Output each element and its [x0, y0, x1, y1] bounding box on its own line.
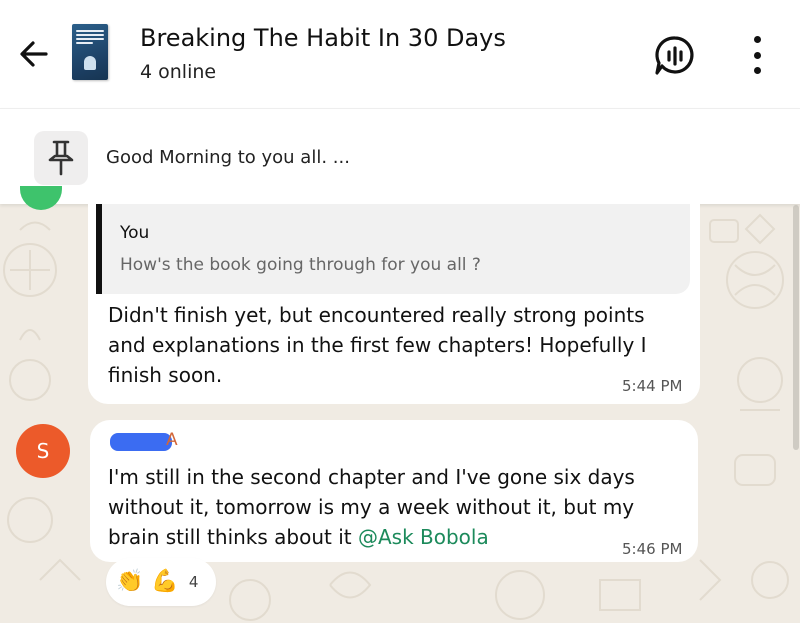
scrollbar[interactable]	[793, 205, 799, 450]
pinned-message-text: Good Morning to you all. ...	[106, 147, 350, 168]
reactions-pill[interactable]: 👏 💪 4	[106, 558, 216, 606]
more-vertical-icon-dot	[753, 36, 761, 43]
message-time: 5:44 PM	[622, 377, 683, 395]
avatar-letter: S	[36, 439, 50, 463]
message-text: Didn't finish yet, but encountered reall…	[108, 303, 647, 387]
pin-icon-container	[34, 131, 88, 185]
quoted-text: How's the book going through for you all…	[120, 255, 481, 275]
redacted-sender-name	[110, 433, 172, 451]
book-cover-image	[76, 30, 104, 46]
online-status: 4 online	[140, 61, 217, 83]
quoted-message[interactable]	[96, 204, 690, 294]
arrow-left-icon	[20, 41, 48, 67]
chat-header: Breaking The Habit In 30 Days 4 online	[0, 0, 800, 108]
reaction-count: 4	[188, 573, 199, 591]
pin-icon	[48, 140, 74, 176]
voice-chat-button[interactable]	[654, 35, 696, 77]
sender-name[interactable]: A	[166, 430, 178, 450]
book-cover-figure	[84, 56, 96, 70]
mention-link[interactable]: @Ask Bobola	[358, 525, 489, 549]
more-options-button[interactable]	[744, 36, 770, 74]
message-time: 5:46 PM	[622, 540, 683, 558]
quoted-author: You	[120, 223, 150, 243]
clapping-hands-emoji: 👏	[116, 569, 144, 594]
group-avatar[interactable]	[72, 24, 108, 80]
flexed-biceps-emoji: 💪	[151, 569, 179, 594]
more-vertical-icon-dot	[753, 51, 761, 59]
message-text: I'm still in the second chapter and I've…	[108, 462, 688, 552]
pinned-message-bar[interactable]: Good Morning to you all. ...	[0, 108, 800, 204]
avatar[interactable]: S	[16, 424, 70, 478]
group-title[interactable]: Breaking The Habit In 30 Days	[140, 24, 506, 52]
more-vertical-icon-dot	[753, 67, 761, 74]
back-button[interactable]	[12, 32, 56, 76]
voice-chat-icon	[655, 36, 694, 75]
